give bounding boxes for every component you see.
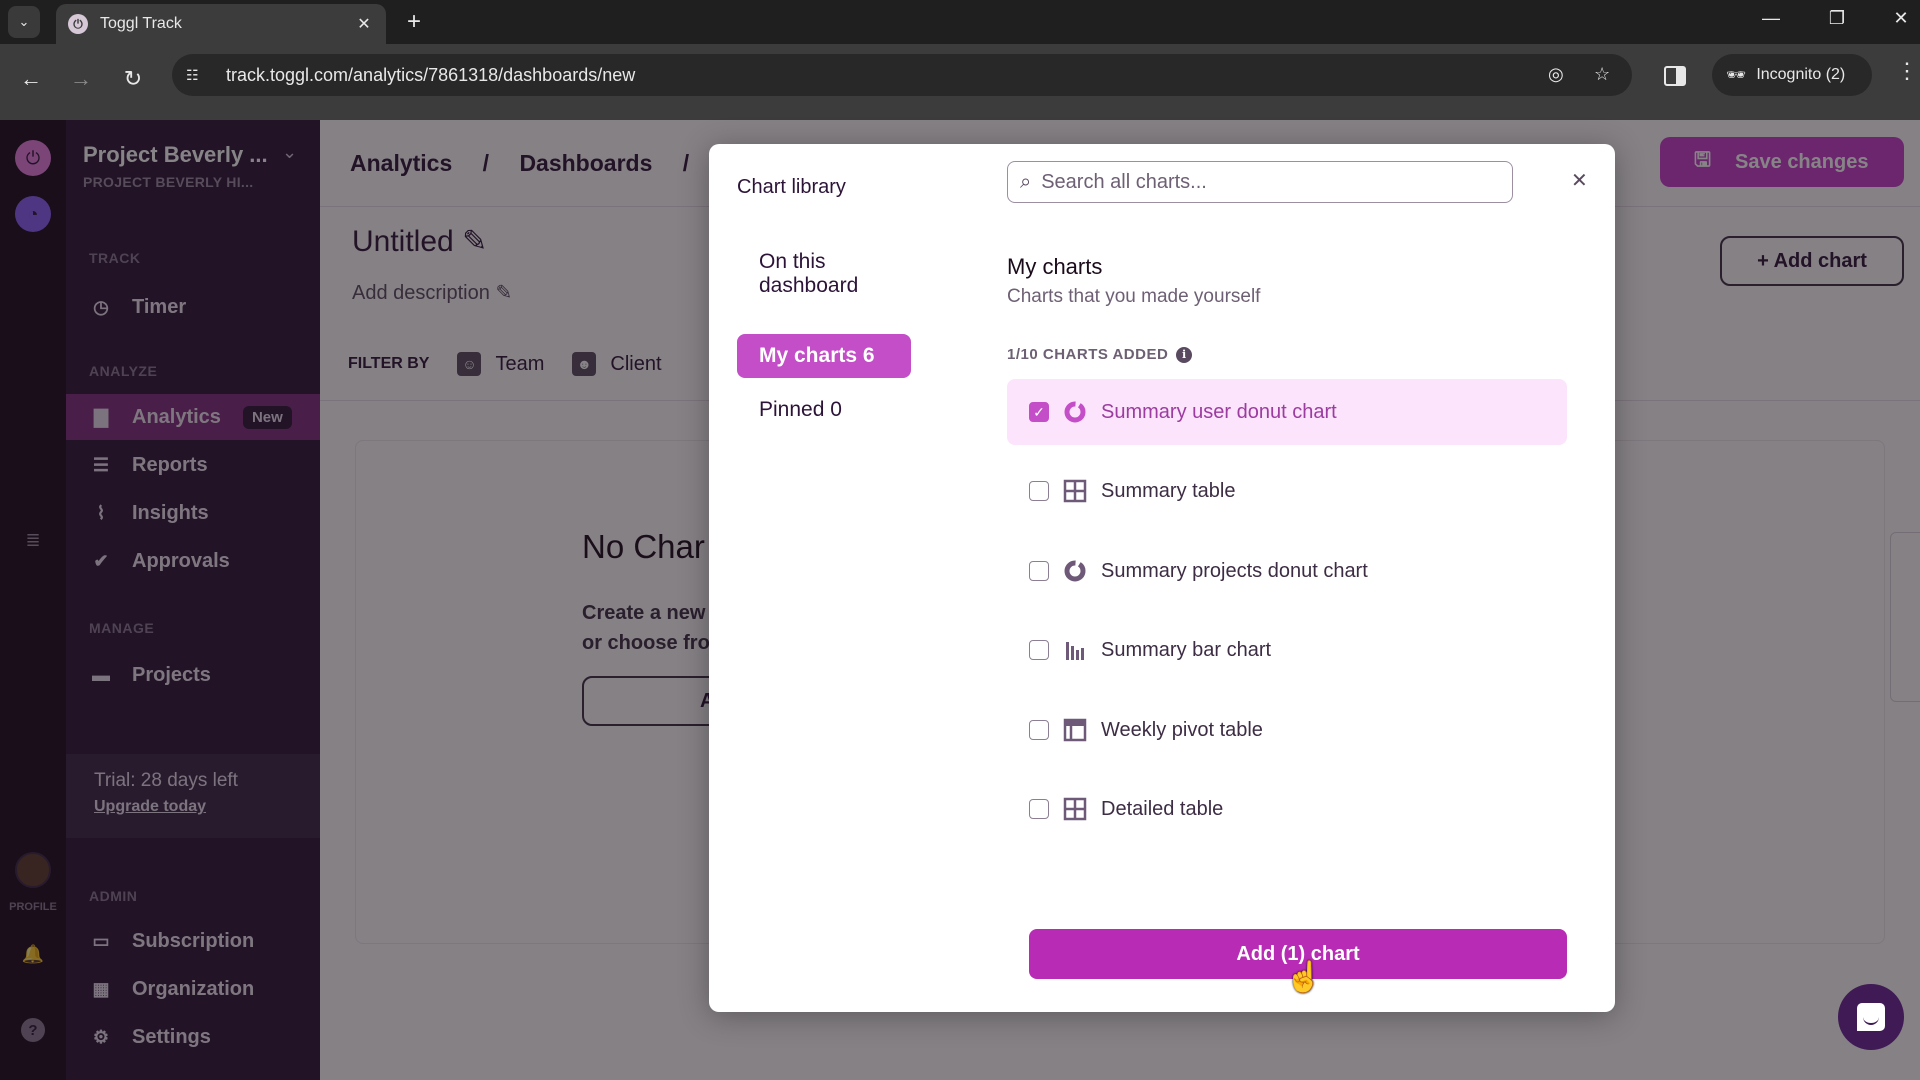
- checkbox[interactable]: [1029, 561, 1049, 581]
- chart-list-item[interactable]: Summary bar chart: [1007, 617, 1567, 683]
- tab-my-charts[interactable]: My charts 6: [737, 334, 911, 378]
- address-bar[interactable]: ☷ track.toggl.com/analytics/7861318/dash…: [172, 54, 1632, 96]
- tab-close-icon[interactable]: ✕: [354, 14, 374, 34]
- tab-search-button[interactable]: ⌄: [8, 6, 40, 38]
- chart-list-item[interactable]: ✓ Summary user donut chart: [1007, 379, 1567, 445]
- minimize-button[interactable]: —: [1756, 8, 1786, 29]
- side-panel-icon[interactable]: [1664, 66, 1686, 86]
- chart-label: Weekly pivot table: [1101, 718, 1263, 741]
- chevron-down-icon: ⌄: [18, 14, 30, 29]
- close-icon[interactable]: ✕: [1571, 168, 1588, 193]
- toggl-favicon-icon: ⏻: [68, 14, 88, 34]
- table-grid-icon: [1063, 479, 1087, 503]
- bar-chart-icon: [1066, 642, 1084, 660]
- search-input[interactable]: [1041, 170, 1482, 194]
- chart-library-modal: Chart library ⌕ ✕ On this dashboard My c…: [709, 144, 1615, 1012]
- chart-list-item[interactable]: Weekly pivot table: [1007, 697, 1567, 763]
- back-button[interactable]: ←: [16, 66, 46, 92]
- reload-button[interactable]: ↻: [118, 66, 148, 92]
- pivot-table-icon: [1063, 718, 1087, 742]
- donut-chart-icon: [1064, 401, 1086, 423]
- donut-chart-icon: [1064, 560, 1086, 582]
- chart-label: Summary user donut chart: [1101, 400, 1337, 423]
- chart-label: Summary projects donut chart: [1101, 559, 1368, 582]
- modal-title: Chart library: [737, 176, 846, 198]
- chart-label: Summary table: [1101, 479, 1236, 502]
- chart-list-item[interactable]: Summary projects donut chart: [1007, 538, 1567, 604]
- section-subtitle: Charts that you made yourself: [1007, 286, 1261, 307]
- eye-off-icon[interactable]: ◎: [1548, 64, 1564, 85]
- browser-tab-bar: ⌄ ⏻ Toggl Track ✕ + — ❐ ✕: [0, 0, 1920, 44]
- checkbox[interactable]: [1029, 481, 1049, 501]
- site-settings-icon[interactable]: ☷: [186, 67, 210, 84]
- incognito-label: Incognito (2): [1756, 66, 1846, 83]
- search-icon: ⌕: [1020, 170, 1032, 193]
- bookmark-star-icon[interactable]: ☆: [1594, 64, 1610, 85]
- forward-button[interactable]: →: [66, 66, 96, 92]
- chart-label: Detailed table: [1101, 797, 1224, 820]
- url-text[interactable]: track.toggl.com/analytics/7861318/dashbo…: [226, 65, 635, 86]
- tab-title: Toggl Track: [100, 15, 182, 32]
- new-tab-button[interactable]: +: [400, 8, 428, 36]
- info-icon[interactable]: i: [1176, 346, 1193, 363]
- checkbox[interactable]: [1029, 799, 1049, 819]
- chart-list-item[interactable]: Summary table: [1007, 458, 1567, 524]
- browser-tab[interactable]: ⏻ Toggl Track ✕: [56, 4, 386, 44]
- window-close-button[interactable]: ✕: [1886, 8, 1916, 29]
- section-title: My charts: [1007, 254, 1103, 279]
- checkbox[interactable]: [1029, 640, 1049, 660]
- chat-support-button[interactable]: [1838, 984, 1904, 1050]
- tab-on-this-dashboard[interactable]: On this dashboard: [737, 250, 911, 297]
- charts-added-count: 1/10 CHARTS ADDED i: [1007, 346, 1193, 363]
- restore-button[interactable]: ❐: [1822, 8, 1852, 29]
- chat-icon: [1857, 1003, 1885, 1031]
- search-field[interactable]: ⌕: [1007, 161, 1513, 203]
- hand-cursor-icon: ☝: [1285, 961, 1323, 994]
- chart-list-item[interactable]: Detailed table: [1007, 776, 1567, 842]
- checkbox[interactable]: ✓: [1029, 402, 1049, 422]
- table-grid-icon: [1063, 797, 1087, 821]
- browser-menu-icon[interactable]: ⋮: [1896, 60, 1918, 82]
- count-label: 1/10 CHARTS ADDED: [1007, 346, 1169, 363]
- tab-pinned[interactable]: Pinned 0: [737, 388, 911, 432]
- incognito-icon: 🕶: [1726, 67, 1747, 84]
- incognito-indicator[interactable]: 🕶 Incognito (2): [1712, 54, 1872, 96]
- chart-label: Summary bar chart: [1101, 638, 1272, 661]
- checkbox[interactable]: [1029, 720, 1049, 740]
- browser-toolbar: ← → ↻ ☷ track.toggl.com/analytics/786131…: [0, 44, 1920, 120]
